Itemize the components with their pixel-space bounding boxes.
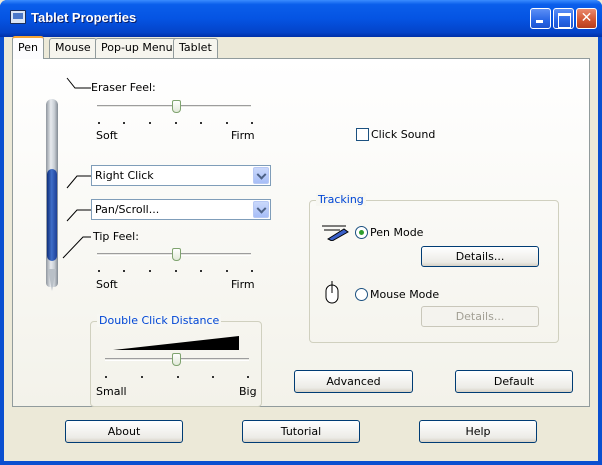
eraser-feel-label: Eraser Feel:: [91, 81, 156, 94]
slider-tick: [149, 270, 151, 272]
pen-tracking-icon: [322, 225, 349, 241]
upper-side-switch-value: Right Click: [95, 169, 154, 182]
tracking-title: Tracking: [316, 193, 366, 206]
tracking-group: Tracking Pen Mode Details... Mouse Mode …: [309, 193, 559, 343]
lower-side-switch-dropdown[interactable]: Pan/Scroll...: [91, 199, 271, 220]
slider-tick: [212, 376, 214, 378]
tip-firm-label: Firm: [231, 278, 255, 291]
slider-tick: [123, 270, 125, 272]
click-sound-label[interactable]: Click Sound: [371, 128, 435, 141]
eraser-feel-slider-thumb[interactable]: [172, 100, 181, 113]
maximize-button[interactable]: [553, 8, 574, 29]
distance-wedge-graphic: [113, 336, 239, 350]
title-bar[interactable]: Tablet Properties ✕: [0, 0, 602, 37]
slider-tick: [175, 122, 177, 124]
upper-side-switch-dropdown[interactable]: Right Click: [91, 165, 271, 186]
distance-big-label: Big: [239, 385, 257, 398]
tab-popup-menu[interactable]: Pop-up Menu: [95, 38, 179, 58]
distance-small-label: Small: [96, 385, 127, 398]
window-title: Tablet Properties: [31, 10, 137, 25]
advanced-button[interactable]: Advanced: [294, 370, 413, 393]
tip-feel-slider-thumb[interactable]: [172, 248, 181, 261]
slider-tick: [226, 122, 228, 124]
slider-tick: [98, 270, 100, 272]
slider-tick: [200, 122, 202, 124]
eraser-firm-label: Firm: [231, 129, 255, 142]
click-sound-checkbox[interactable]: [356, 128, 369, 141]
pen-mode-label[interactable]: Pen Mode: [370, 226, 423, 239]
double-click-distance-slider-thumb[interactable]: [172, 353, 181, 366]
default-button[interactable]: Default: [455, 370, 573, 393]
mouse-mode-label[interactable]: Mouse Mode: [370, 288, 439, 301]
slider-tick: [98, 122, 100, 124]
slider-tick: [247, 376, 249, 378]
dialog-client-area: Pen Mouse Pop-up Menu Tablet Eraser Feel…: [4, 36, 598, 461]
slider-tick: [226, 270, 228, 272]
tablet-properties-window: Tablet Properties ✕ Pen Mouse Pop-up Men…: [0, 0, 602, 465]
pen-mode-radio[interactable]: [355, 226, 368, 239]
slider-tick: [123, 122, 125, 124]
tab-tablet[interactable]: Tablet: [173, 38, 218, 58]
mouse-mode-details-button[interactable]: Details...: [421, 306, 539, 327]
close-button[interactable]: ✕: [576, 8, 597, 29]
slider-tick: [251, 122, 253, 124]
pen-mode-details-button[interactable]: Details...: [421, 246, 539, 267]
pen-tab-panel: Eraser Feel: Soft Firm Click Sound Right…: [12, 58, 590, 407]
double-click-distance-group: Double Click Distance Small Big: [90, 314, 262, 407]
mouse-mode-radio[interactable]: [355, 288, 368, 301]
tablet-app-icon: [10, 10, 26, 24]
tab-pen[interactable]: Pen: [12, 36, 44, 59]
minimize-button[interactable]: [530, 8, 551, 29]
tab-mouse[interactable]: Mouse: [49, 38, 97, 58]
chevron-down-icon[interactable]: [253, 167, 269, 184]
about-button[interactable]: About: [65, 420, 183, 443]
tip-soft-label: Soft: [96, 278, 118, 291]
slider-tick: [251, 270, 253, 272]
slider-tick: [141, 376, 143, 378]
slider-tick: [105, 376, 107, 378]
tutorial-button[interactable]: Tutorial: [242, 420, 360, 443]
slider-tick: [177, 376, 179, 378]
help-button[interactable]: Help: [419, 420, 537, 443]
tip-feel-label: Tip Feel:: [93, 230, 139, 243]
mouse-icon: [325, 281, 339, 304]
chevron-down-icon[interactable]: [253, 201, 269, 218]
eraser-soft-label: Soft: [96, 129, 118, 142]
slider-tick: [149, 122, 151, 124]
slider-tick: [175, 270, 177, 272]
double-click-distance-title: Double Click Distance: [97, 314, 222, 327]
slider-tick: [200, 270, 202, 272]
lower-side-switch-value: Pan/Scroll...: [95, 203, 160, 216]
